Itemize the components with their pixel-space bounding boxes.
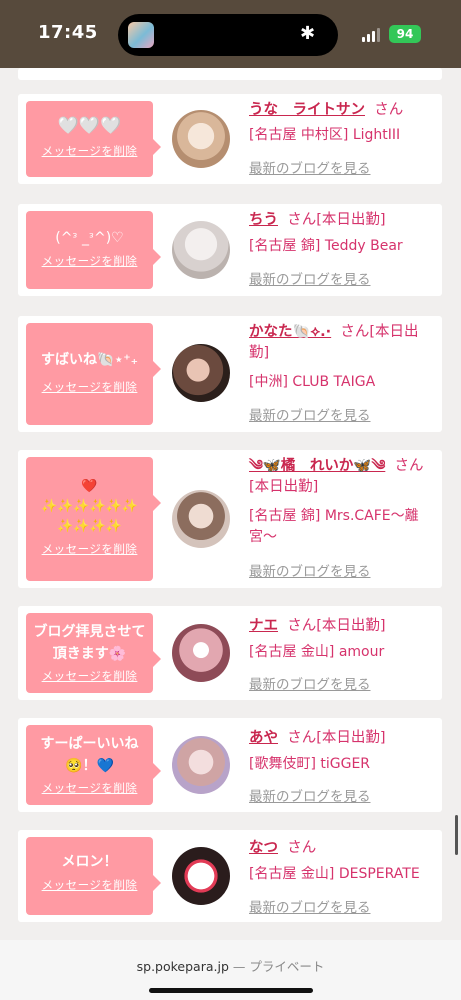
battery-icon: 94 — [389, 25, 421, 43]
girl-name-line: ちう さん[本日出勤] — [249, 210, 435, 231]
message-bubble: ❤️ ✨✨✨✨✨✨ ✨✨✨✨ メッセージを削除 — [26, 457, 161, 581]
attendance-status: [本日出勤] — [249, 479, 319, 495]
delete-message-link[interactable]: メッセージを削除 — [42, 877, 138, 893]
shop-info: [名古屋 錦] Teddy Bear — [249, 238, 403, 254]
honorific: さん — [340, 324, 370, 340]
girl-name-link[interactable]: あや — [249, 730, 278, 746]
shop-info: [名古屋 金山] DESPERATE — [249, 866, 420, 882]
attendance-status: [本日出勤] — [316, 618, 386, 634]
avatar[interactable] — [172, 221, 230, 279]
honorific: さん — [394, 458, 424, 474]
latest-blog-link[interactable]: 最新のブログを見る — [249, 673, 371, 693]
url-separator: — — [228, 959, 250, 974]
delete-message-link[interactable]: メッセージを削除 — [42, 780, 138, 796]
list-item: (^ᵌ _ᵌ^)♡ メッセージを削除 ちう さん[本日出勤] [名古屋 錦] T… — [18, 204, 442, 296]
message-bubble: ブログ拝見させて頂きます🌸 メッセージを削除 — [26, 613, 161, 693]
attendance-status: [本日出勤] — [316, 212, 386, 228]
list-item: すばいね🐚⋆⁺₊ メッセージを削除 かなた🐚⟡.· さん[本日出勤] [中洲] … — [18, 316, 442, 432]
message-bubble: すーぱーいいね🥺！💙 メッセージを削除 — [26, 725, 161, 805]
list-item: ブログ拝見させて頂きます🌸 メッセージを削除 ナエ さん[本日出勤] [名古屋 … — [18, 606, 442, 700]
latest-blog-link[interactable]: 最新のブログを見る — [249, 157, 371, 177]
girl-name-line: かなた🐚⟡.· さん[本日出勤] — [249, 322, 435, 364]
honorific: さん — [287, 840, 317, 856]
list-item: メロン！ メッセージを削除 なつ さん [名古屋 金山] DESPERATE 最… — [18, 830, 442, 922]
message-bubble: 🤍🤍🤍 メッセージを削除 — [26, 101, 161, 177]
avatar[interactable] — [172, 736, 230, 794]
latest-blog-link[interactable]: 最新のブログを見る — [249, 268, 371, 288]
shop-info: [名古屋 錦] Mrs.CAFE〜離宮〜 — [249, 508, 419, 545]
clock: 17:45 — [38, 22, 98, 43]
status-bar: 17:45 ✱ 94 — [0, 0, 461, 68]
list-item — [18, 68, 442, 80]
message-text: ❤️ ✨✨✨✨✨✨ ✨✨✨✨ — [40, 479, 139, 534]
avatar[interactable] — [172, 624, 230, 682]
girl-name-link[interactable]: ༄🦋橘 れいか🦋༄ — [249, 458, 385, 474]
message-text: (^ᵌ _ᵌ^)♡ — [55, 230, 124, 246]
shop-info: [中洲] CLUB TAIGA — [249, 374, 376, 390]
avatar[interactable] — [172, 344, 230, 402]
latest-blog-link[interactable]: 最新のブログを見る — [249, 785, 371, 805]
latest-blog-link[interactable]: 最新のブログを見る — [249, 560, 371, 580]
signal-icon — [362, 28, 382, 42]
shop-info: [名古屋 金山] amour — [249, 644, 385, 660]
message-bubble: メロン！ メッセージを削除 — [26, 837, 161, 915]
bluetooth-icon: ✱ — [300, 23, 316, 44]
delete-message-link[interactable]: メッセージを削除 — [42, 379, 138, 395]
message-text: ブログ拝見させて頂きます🌸 — [33, 624, 146, 662]
girl-name-line: うな ライトサン さん — [249, 100, 435, 121]
private-mode-label: プライベート — [249, 959, 325, 974]
delete-message-link[interactable]: メッセージを削除 — [42, 143, 138, 159]
list-item: 🤍🤍🤍 メッセージを削除 うな ライトサン さん [名古屋 中村区] Light… — [18, 94, 442, 184]
honorific: さん — [287, 618, 317, 634]
girl-name-line: ナエ さん[本日出勤] — [249, 616, 435, 637]
girl-name-link[interactable]: なつ — [249, 840, 278, 856]
dynamic-island: ✱ — [118, 14, 338, 56]
girl-name-link[interactable]: ちう — [249, 212, 278, 228]
now-playing-thumbnail — [128, 22, 154, 48]
battery-level: 94 — [396, 27, 414, 41]
message-text: 🤍🤍🤍 — [57, 116, 122, 136]
address-bar[interactable]: sp.pokepara.jp — プライベート — [0, 956, 461, 975]
avatar[interactable] — [172, 110, 230, 168]
latest-blog-link[interactable]: 最新のブログを見る — [249, 404, 371, 424]
latest-blog-link[interactable]: 最新のブログを見る — [249, 896, 371, 916]
message-text: すばいね🐚⋆⁺₊ — [41, 352, 138, 368]
girl-name-link[interactable]: ナエ — [249, 618, 278, 634]
delete-message-link[interactable]: メッセージを削除 — [42, 668, 138, 684]
shop-info: [歌舞伎町] tiGGER — [249, 756, 371, 772]
delete-message-link[interactable]: メッセージを削除 — [42, 253, 138, 269]
message-bubble: (^ᵌ _ᵌ^)♡ メッセージを削除 — [26, 211, 161, 289]
girl-name-line: なつ さん — [249, 838, 435, 859]
girl-name-link[interactable]: うな ライトサン — [249, 102, 365, 118]
message-bubble: すばいね🐚⋆⁺₊ メッセージを削除 — [26, 323, 161, 425]
scrollbar[interactable] — [455, 815, 458, 855]
girl-name-line: あや さん[本日出勤] — [249, 728, 435, 749]
honorific: さん — [287, 212, 317, 228]
girl-name-link[interactable]: かなた🐚⟡.· — [249, 324, 331, 340]
avatar[interactable] — [172, 490, 230, 548]
list-item: すーぱーいいね🥺！💙 メッセージを削除 あや さん[本日出勤] [歌舞伎町] t… — [18, 718, 442, 812]
honorific: さん — [287, 730, 317, 746]
list-item: ❤️ ✨✨✨✨✨✨ ✨✨✨✨ メッセージを削除 ༄🦋橘 れいか🦋༄ さん [本日出… — [18, 450, 442, 588]
shop-info: [名古屋 中村区] LightIII — [249, 127, 401, 143]
home-indicator[interactable] — [149, 988, 313, 993]
girl-name-line: ༄🦋橘 れいか🦋༄ さん [本日出勤] — [249, 456, 435, 498]
url-domain: sp.pokepara.jp — [136, 959, 229, 974]
message-text: すーぱーいいね🥺！💙 — [40, 736, 139, 774]
message-text: メロン！ — [61, 854, 118, 870]
delete-message-link[interactable]: メッセージを削除 — [42, 541, 138, 557]
attendance-status: [本日出勤] — [316, 730, 386, 746]
honorific: さん — [374, 102, 404, 118]
avatar[interactable] — [172, 847, 230, 905]
